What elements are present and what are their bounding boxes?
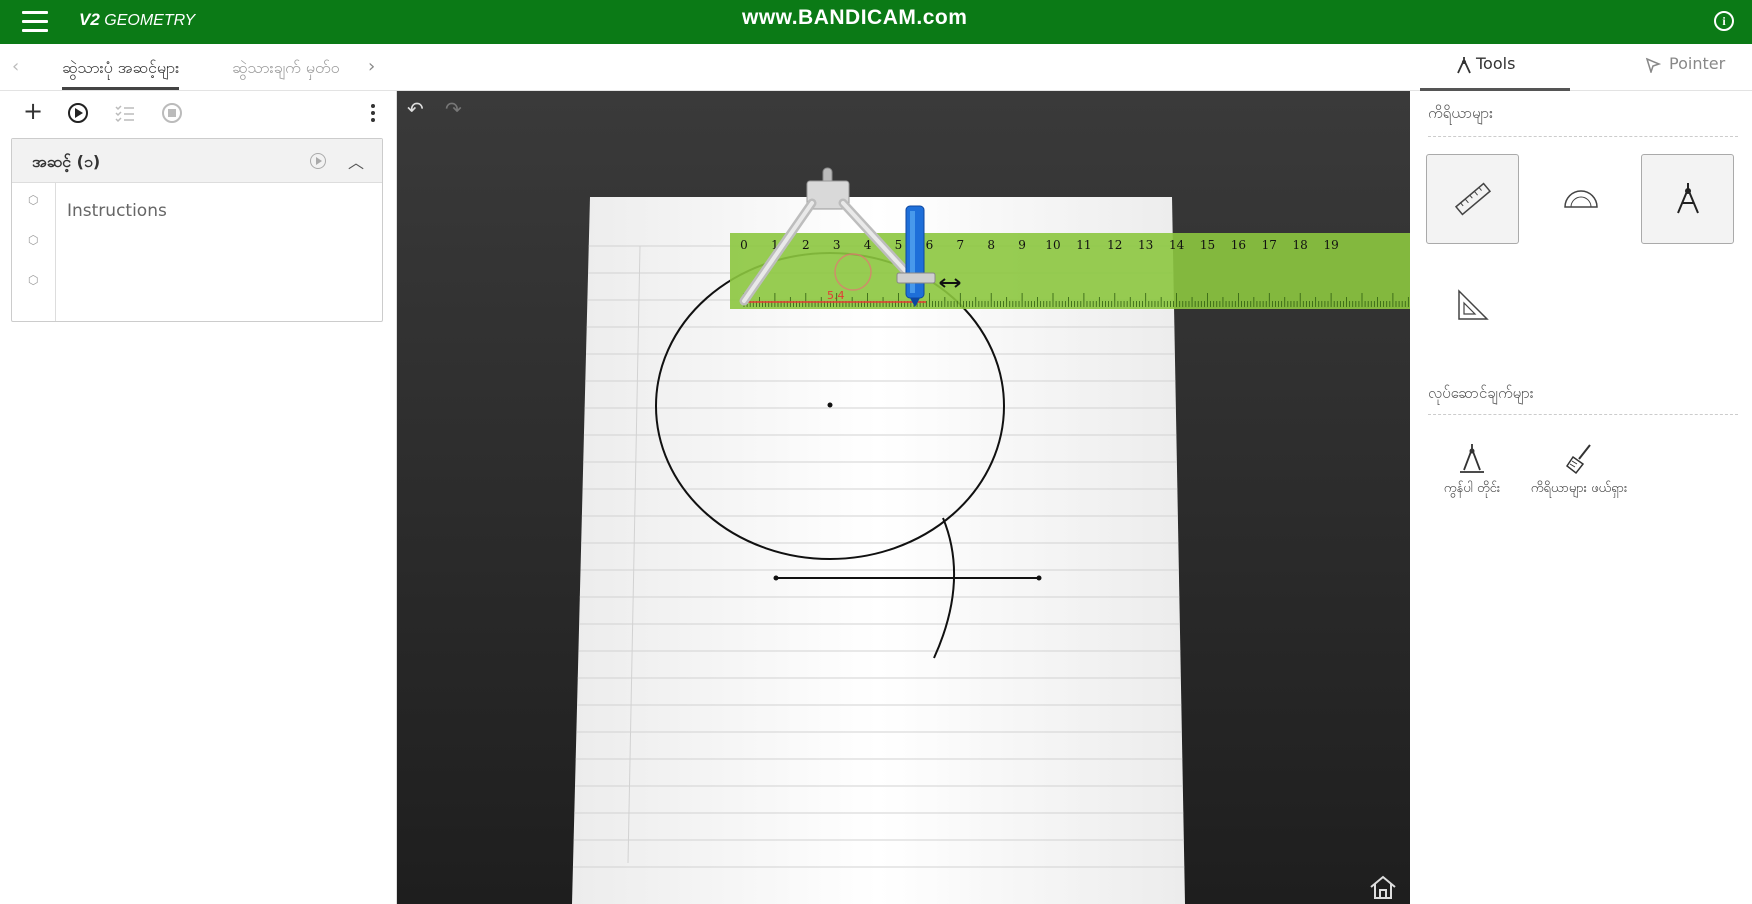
info-icon[interactable]: i [1714, 11, 1734, 31]
ruler-tick-label: 7 [956, 238, 964, 252]
tab-construction-notes[interactable]: ဆွဲသားချက် မှတ်ဝ [232, 54, 340, 90]
ruler-tick-label: 9 [1018, 238, 1026, 252]
ruler-tick-label: 5 [895, 238, 903, 252]
compass-tool-button[interactable] [1641, 154, 1734, 244]
compass-measure-label: ကွန်ပါ တိုင်း [1443, 481, 1501, 496]
play-icon[interactable] [67, 102, 89, 124]
compass-icon [1676, 183, 1699, 214]
compass-icon [1457, 57, 1471, 74]
protractor-icon [1563, 190, 1598, 208]
compass-measure-icon [1460, 444, 1484, 473]
ruler-tick-label: 17 [1262, 238, 1277, 252]
add-step-icon[interactable]: + [23, 97, 43, 125]
top-bar: V2 GEOMETRY www.BANDICAM.com i [0, 0, 1752, 44]
ruler-tick-label: 4 [864, 238, 872, 252]
more-options-icon[interactable] [370, 103, 376, 123]
ruler-tick-label: 12 [1107, 238, 1122, 252]
drawing-canvas[interactable]: ↶ ↷ 0 1 2 3 4 5 6 7 8 9 10 11 12 13 14 15 16 17 18 19 5.4 [397, 91, 1410, 904]
cube-icon: ⬡ [28, 233, 39, 247]
tools-tabs: Tools Pointer [1410, 44, 1752, 91]
divider [1428, 414, 1738, 415]
protractor-tool-button[interactable] [1534, 154, 1627, 244]
brand-bold: V2 [79, 10, 100, 29]
steps-toolbar: + [0, 91, 396, 135]
stop-icon[interactable] [161, 102, 183, 124]
compass-reading: 5.4 [827, 289, 845, 302]
tab-next-icon[interactable]: › [368, 56, 375, 77]
divider [1428, 136, 1738, 137]
steps-panel: + အဆင့် (၁) ︿ ⬡ ⬡ ⬡ Instructions [0, 91, 397, 904]
compass-measure-button[interactable]: ကွန်ပါ တိုင်း [1422, 442, 1522, 499]
tab-tools[interactable]: Tools [1420, 54, 1570, 91]
tab-pointer-label: Pointer [1669, 54, 1726, 73]
tab-tools-label: Tools [1476, 54, 1516, 73]
menu-icon[interactable] [22, 11, 48, 33]
ruler-tick-label: 11 [1076, 238, 1091, 252]
brand-name: GEOMETRY [104, 12, 196, 29]
step-title: အဆင့် (၁) [32, 152, 101, 171]
ruler-tick-label: 3 [833, 238, 841, 252]
tools-section-title: ကိရိယာများ [1428, 104, 1493, 122]
ruler-icon [1454, 182, 1491, 216]
ruler-tick-label: 6 [926, 238, 934, 252]
checklist-icon[interactable] [114, 103, 136, 123]
step-card: အဆင့် (၁) ︿ ⬡ ⬡ ⬡ Instructions [11, 138, 383, 322]
cube-icon: ⬡ [28, 193, 39, 207]
app-brand: V2 GEOMETRY [79, 10, 195, 30]
step-gutter: ⬡ ⬡ ⬡ [12, 183, 56, 321]
ruler-tick-label: 19 [1323, 238, 1338, 252]
tab-pointer[interactable]: Pointer [1625, 54, 1745, 91]
clear-tools-label: ကိရိယာများ ဖယ်ရှား [1530, 481, 1628, 496]
circle-center-point [827, 402, 833, 408]
instructions-field[interactable]: Instructions [67, 201, 167, 221]
set-square-icon [1457, 289, 1489, 320]
tab-prev-icon[interactable]: ‹ [12, 56, 19, 77]
ruler-tick-label: 8 [987, 238, 995, 252]
ruler-tool-button[interactable] [1426, 154, 1519, 244]
cube-icon: ⬡ [28, 273, 39, 287]
segment-endpoint [773, 575, 779, 581]
canvas-drawing: 0 1 2 3 4 5 6 7 8 9 10 11 12 13 14 15 16 17 18 19 5.4 [572, 167, 1410, 904]
broom-icon [1565, 444, 1591, 475]
steps-tabs-bar: ‹ ဆွဲသားပုံ အဆင့်များ ဆွဲသားချက် မှတ်ဝ › [0, 44, 1410, 91]
ruler-tick-label: 0 [740, 238, 748, 252]
tools-panel: Tools Pointer ကိရိယာများ လုပ်ဆောင်ချက်မျ… [1410, 44, 1752, 904]
recorder-watermark: www.BANDICAM.com [742, 6, 968, 29]
ruler-tick-label: 16 [1231, 238, 1246, 252]
clear-tools-button[interactable]: ကိရိယာများ ဖယ်ရှား [1529, 442, 1629, 499]
pointer-icon [1645, 57, 1661, 73]
actions-section-title: လုပ်ဆောင်ချက်များ [1428, 384, 1534, 402]
ruler-tick-label: 18 [1293, 238, 1308, 252]
tab-construction-steps[interactable]: ဆွဲသားပုံ အဆင့်များ [62, 54, 180, 90]
step-body: ⬡ ⬡ ⬡ Instructions [12, 183, 382, 321]
segment-endpoint [1036, 575, 1042, 581]
ruler-tick-label: 13 [1138, 238, 1153, 252]
ruler-tick-label: 14 [1169, 238, 1185, 252]
step-play-icon[interactable] [310, 153, 326, 169]
ruler-tick-label: 10 [1045, 238, 1060, 252]
step-header[interactable]: အဆင့် (၁) ︿ [12, 139, 382, 183]
home-icon[interactable] [1368, 874, 1398, 900]
chevron-up-icon[interactable]: ︿ [348, 149, 364, 173]
ruler-tick-label: 2 [802, 238, 810, 252]
ruler-tick-label: 15 [1200, 238, 1215, 252]
set-square-tool-button[interactable] [1426, 260, 1519, 350]
